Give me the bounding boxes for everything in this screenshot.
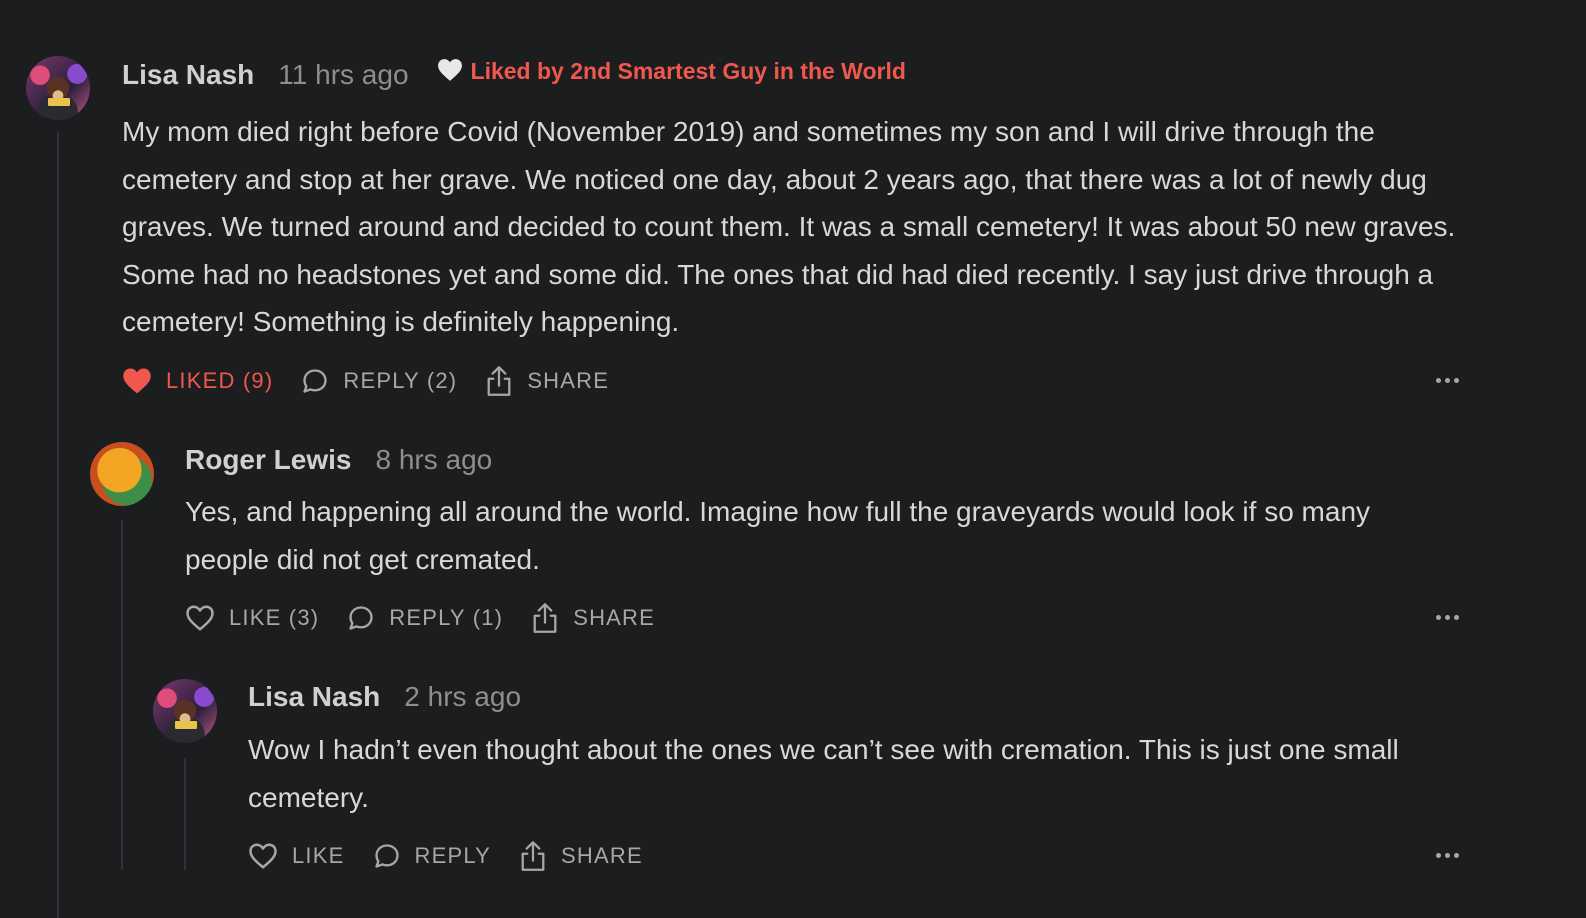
timestamp[interactable]: 2 hrs ago	[404, 681, 521, 713]
like-button[interactable]: LIKE	[248, 842, 345, 870]
comment-actions: LIKE REPLY SHARE	[248, 840, 671, 872]
share-button[interactable]: SHARE	[531, 602, 655, 634]
comment-body: Wow I hadn’t even thought about the ones…	[248, 734, 1399, 813]
heart-icon	[437, 58, 462, 81]
reply-label: REPLY (1)	[389, 605, 504, 630]
reply-button[interactable]: REPLY	[373, 842, 492, 870]
comment-actions: LIKED (9) REPLY (2) SHARE	[122, 365, 637, 397]
like-label: LIKE	[292, 843, 345, 868]
comment-header: Roger Lewis 8 hrs ago	[185, 444, 492, 476]
reply-label: REPLY (2)	[343, 368, 458, 393]
share-button[interactable]: SHARE	[519, 840, 643, 872]
author-name[interactable]: Lisa Nash	[122, 59, 254, 91]
more-dots-icon[interactable]	[1436, 853, 1459, 858]
reply-bubble-icon	[374, 844, 399, 868]
comment-header: Lisa Nash 2 hrs ago	[248, 681, 521, 713]
comment-body: Yes, and happening all around the world.…	[185, 496, 1371, 575]
more-dots-icon[interactable]	[1436, 615, 1459, 620]
comment-header: Lisa Nash 11 hrs ago Liked by 2nd Smarte…	[122, 58, 906, 91]
share-button[interactable]: SHARE	[485, 365, 609, 397]
reply-bubble-icon	[303, 369, 328, 393]
author-name[interactable]: Roger Lewis	[185, 444, 351, 476]
author-name[interactable]: Lisa Nash	[248, 681, 380, 713]
thread-line	[184, 758, 186, 870]
avatar[interactable]	[26, 56, 90, 120]
liked-by-text: Liked by 2nd Smartest Guy in the World	[470, 58, 906, 84]
comment-body: My mom died right before Covid (November…	[122, 116, 1456, 337]
reply-button[interactable]: REPLY (2)	[301, 367, 457, 395]
comment-actions: LIKE (3) REPLY (1) SHARE	[185, 602, 683, 634]
share-icon	[521, 841, 545, 871]
heart-filled-icon	[123, 368, 151, 394]
share-label: SHARE	[561, 843, 643, 868]
share-label: SHARE	[573, 605, 656, 630]
timestamp[interactable]: 8 hrs ago	[375, 444, 492, 476]
more-dots-icon[interactable]	[1436, 378, 1459, 383]
like-label: LIKED (9)	[166, 368, 274, 393]
thread-line	[57, 132, 59, 918]
reply-button[interactable]: REPLY (1)	[347, 604, 503, 632]
thread-line	[121, 520, 123, 870]
timestamp[interactable]: 11 hrs ago	[278, 59, 408, 91]
avatar[interactable]	[90, 442, 154, 506]
reply-label: REPLY	[414, 843, 492, 868]
share-label: SHARE	[527, 368, 610, 393]
reply-bubble-icon	[349, 606, 373, 630]
avatar[interactable]	[153, 679, 217, 743]
heart-icon	[186, 605, 214, 631]
share-icon	[533, 603, 557, 633]
like-label: LIKE (3)	[229, 605, 320, 630]
share-icon	[487, 366, 511, 396]
like-button[interactable]: LIKED (9)	[122, 367, 273, 395]
heart-icon	[249, 843, 277, 869]
like-button[interactable]: LIKE (3)	[185, 604, 319, 632]
liked-by-badge: Liked by 2nd Smartest Guy in the World	[437, 58, 906, 85]
